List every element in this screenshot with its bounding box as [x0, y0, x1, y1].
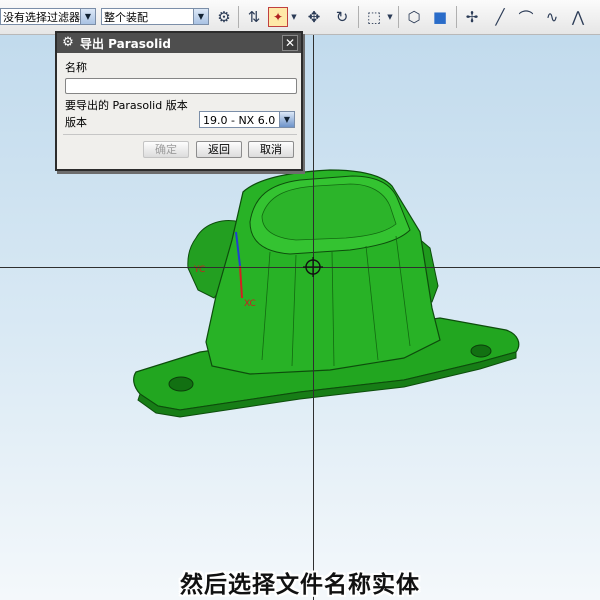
version-select[interactable]: 19.0 - NX 6.0 ▼: [199, 111, 295, 128]
line-icon[interactable]: ╱: [490, 7, 510, 27]
shade-icon[interactable]: ⬡: [404, 7, 424, 27]
toolbar-divider: [398, 6, 399, 28]
mount-hole-right: [470, 344, 492, 358]
main-toolbar: 没有选择过滤器 ▼ 整个装配 ▼ ⚙ ⇅ ✦ ▼ ✥ ↻ ⬚ ▼ ⬡ ■ ✢ ╱…: [0, 0, 600, 35]
sequence-icon[interactable]: ✦: [268, 7, 288, 27]
polyline-icon[interactable]: ⋀: [568, 7, 588, 27]
dropdown-arrow-icon[interactable]: ▼: [386, 7, 394, 27]
dialog-title: 导出 Parasolid: [80, 36, 171, 51]
rotate-icon[interactable]: ↻: [332, 7, 352, 27]
chevron-down-icon[interactable]: ▼: [279, 112, 294, 127]
dialog-titlebar[interactable]: ⚙ 导出 Parasolid ✕: [57, 33, 301, 53]
name-field[interactable]: [65, 78, 297, 94]
assembly-scope-combo[interactable]: 整个装配 ▼: [101, 8, 209, 25]
version-label: 版本: [65, 116, 87, 129]
crosshair-vertical: [313, 34, 314, 600]
solid-cube-icon[interactable]: ■: [430, 7, 450, 27]
chevron-down-icon[interactable]: ▼: [193, 9, 208, 24]
rectangle-select-icon[interactable]: ⬚: [364, 7, 384, 27]
xc-axis-label: XC: [244, 299, 256, 309]
chevron-down-icon[interactable]: ▼: [80, 9, 95, 24]
select-icon[interactable]: ⇅: [244, 7, 264, 27]
name-label: 名称: [65, 61, 87, 74]
mount-hole-left: [168, 376, 194, 392]
toolbar-divider: [238, 6, 239, 28]
snap-icon[interactable]: ⚙: [214, 7, 234, 27]
move-icon[interactable]: ✢: [462, 7, 482, 27]
selection-filter-value: 没有选择过滤器: [3, 11, 80, 24]
crosshair-horizontal: [0, 267, 600, 268]
dialog-divider: [63, 134, 297, 135]
video-subtitle: 然后选择文件名称实体: [180, 572, 420, 598]
version-section-label: 要导出的 Parasolid 版本: [65, 99, 188, 112]
back-button[interactable]: 返回: [196, 141, 242, 158]
spline-icon[interactable]: ∿: [542, 7, 562, 27]
assembly-scope-value: 整个装配: [104, 11, 148, 24]
cancel-button[interactable]: 取消: [248, 141, 294, 158]
crosshair-cursor-icon: [303, 257, 323, 277]
dropdown-arrow-icon[interactable]: ▼: [290, 7, 298, 27]
ok-button[interactable]: 确定: [143, 141, 189, 158]
align-icon[interactable]: ✥: [304, 7, 324, 27]
version-select-value: 19.0 - NX 6.0: [203, 114, 276, 127]
toolbar-divider: [358, 6, 359, 28]
toolbar-divider: [456, 6, 457, 28]
gear-icon[interactable]: ⚙: [60, 35, 76, 51]
selection-filter-combo[interactable]: 没有选择过滤器 ▼: [0, 8, 96, 25]
export-parasolid-dialog: ⚙ 导出 Parasolid ✕ 名称 要导出的 Parasolid 版本 版本…: [55, 31, 303, 171]
close-icon[interactable]: ✕: [282, 35, 298, 51]
arc-icon[interactable]: ⌒: [516, 7, 536, 27]
